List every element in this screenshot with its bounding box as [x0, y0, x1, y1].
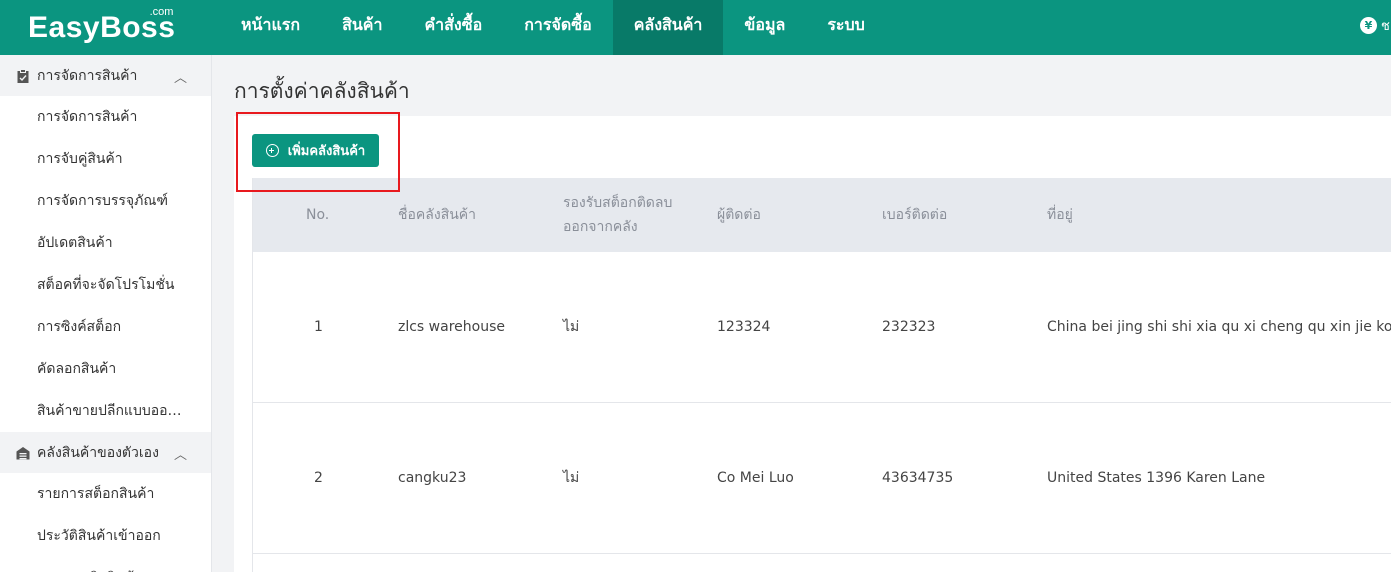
- coin-icon: ¥: [1360, 16, 1377, 34]
- nav-purchasing[interactable]: การจัดซื้อ: [503, 0, 613, 55]
- add-warehouse-button[interactable]: เพิ่มคลังสินค้า: [252, 134, 379, 167]
- column-header-warehouse-name: ชื่อคลังสินค้า: [398, 207, 477, 223]
- sidebar-item-stock-sync[interactable]: การซิงค์สต็อก: [0, 306, 211, 348]
- column-header-negative-stock: รองรับสต็อกติดลบ ออกจากคลัง: [563, 195, 673, 235]
- sidebar-item-stock-requisition[interactable]: รายการเบิกสินค้า: [0, 557, 211, 572]
- cell-no: 2: [314, 470, 323, 486]
- sidebar-item-promotion-stock[interactable]: สต็อคที่จะจัดโปรโมชั่น: [0, 264, 211, 306]
- sidebar-item-product-management[interactable]: การจัดการสินค้า: [0, 96, 211, 138]
- sidebar-group-label: คลังสินค้าของตัวเอง: [37, 444, 159, 461]
- table-row[interactable]: 2 cangku23 ไม่ Co Mei Luo 43634735 Unite…: [253, 403, 1391, 554]
- chevron-up-icon[interactable]: ︿: [174, 444, 187, 463]
- chevron-up-icon[interactable]: ︿: [174, 67, 187, 86]
- nav-home[interactable]: หน้าแรก: [220, 0, 321, 55]
- column-header-address: ที่อยู่: [1047, 207, 1073, 223]
- nav-system[interactable]: ระบบ: [806, 0, 886, 55]
- cell-address: China bei jing shi shi xia qu xi cheng q…: [1047, 319, 1391, 335]
- column-header-contact: ผู้ติดต่อ: [717, 207, 761, 223]
- account-label: ช: [1381, 18, 1390, 34]
- sidebar-item-product-matching[interactable]: การจับคู่สินค้า: [0, 138, 211, 180]
- cell-contact: Co Mei Luo: [717, 470, 794, 486]
- column-header-phone: เบอร์ติดต่อ: [882, 207, 948, 223]
- sidebar-group-product-management[interactable]: การจัดการสินค้า ︿: [0, 55, 211, 96]
- sidebar-item-retail-online[interactable]: สินค้าขายปลีกแบบออนไลน์: [0, 390, 211, 432]
- warehouse-icon: [16, 446, 30, 459]
- warehouse-panel: เพิ่มคลังสินค้า No. ชื่อคลังสินค้า รองรั…: [234, 116, 1391, 572]
- main-content: การตั้งค่าคลังสินค้า เพิ่มคลังสินค้า No.…: [212, 55, 1391, 572]
- sidebar-item-stock-history[interactable]: ประวัติสินค้าเข้าออก: [0, 515, 211, 557]
- sidebar-group-own-warehouse[interactable]: คลังสินค้าของตัวเอง ︿: [0, 432, 211, 473]
- add-warehouse-label: เพิ่มคลังสินค้า: [287, 144, 366, 159]
- cell-no: 1: [314, 319, 323, 335]
- cell-address: United States 1396 Karen Lane: [1047, 470, 1266, 486]
- account-balance[interactable]: ¥ ช: [1360, 14, 1391, 36]
- sidebar: การจัดการสินค้า ︿ การจัดการสินค้า การจับ…: [0, 55, 212, 572]
- cell-warehouse-name: cangku23: [398, 470, 467, 486]
- table-row[interactable]: 1 zlcs warehouse ไม่ 123324 232323 China…: [253, 252, 1391, 403]
- sidebar-item-copy-products[interactable]: คัดลอกสินค้า: [0, 348, 211, 390]
- cell-negative-stock: ไม่: [563, 319, 580, 335]
- clipboard-icon: [17, 68, 29, 83]
- sidebar-group-label: การจัดการสินค้า: [37, 67, 138, 84]
- column-header-no: No.: [306, 207, 330, 223]
- easyboss-logo[interactable]: EasyBoss .com: [28, 6, 175, 48]
- table-header: No. ชื่อคลังสินค้า รองรับสต็อกติดลบ ออกจ…: [253, 178, 1391, 252]
- nav-data[interactable]: ข้อมูล: [723, 0, 806, 55]
- cell-negative-stock: ไม่: [563, 470, 580, 486]
- cell-phone: 232323: [882, 319, 936, 335]
- plus-circle-icon: [265, 144, 279, 157]
- top-navbar: EasyBoss .com หน้าแรก สินค้า คำสั่งซื้อ …: [0, 0, 1391, 55]
- nav-warehouse[interactable]: คลังสินค้า: [612, 0, 724, 55]
- cell-phone: 43634735: [882, 470, 954, 486]
- logo-suffix: .com: [149, 6, 174, 18]
- sidebar-item-packaging[interactable]: การจัดการบรรจุภัณฑ์: [0, 180, 211, 222]
- sidebar-item-stock-list[interactable]: รายการสต็อกสินค้า: [0, 473, 211, 515]
- main-nav: หน้าแรก สินค้า คำสั่งซื้อ การจัดซื้อ คลั…: [220, 0, 886, 55]
- cell-warehouse-name: zlcs warehouse: [398, 319, 505, 335]
- nav-orders[interactable]: คำสั่งซื้อ: [403, 0, 503, 55]
- page-title: การตั้งค่าคลังสินค้า: [234, 79, 410, 103]
- sidebar-item-update-products[interactable]: อัปเดตสินค้า: [0, 222, 211, 264]
- warehouse-table: No. ชื่อคลังสินค้า รองรับสต็อกติดลบ ออกจ…: [252, 178, 1391, 572]
- cell-contact: 123324: [717, 319, 771, 335]
- nav-products[interactable]: สินค้า: [321, 0, 403, 55]
